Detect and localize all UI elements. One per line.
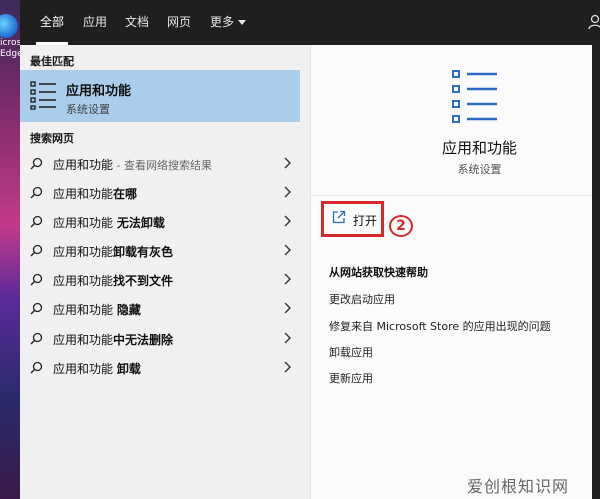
- tab-more-label: 更多: [210, 15, 235, 29]
- web-result-label: 应用和功能 - 查看网络搜索结果: [53, 158, 212, 172]
- web-result-row[interactable]: 应用和功能中无法删除: [20, 324, 300, 353]
- edge-icon[interactable]: [0, 14, 18, 38]
- best-match-title: 应用和功能: [66, 84, 132, 99]
- search-icon: [30, 186, 43, 199]
- tab-documents[interactable]: 文档: [125, 0, 149, 45]
- open-label: 打开: [353, 214, 378, 228]
- open-button[interactable]: 打开: [321, 201, 384, 237]
- search-icon: [30, 244, 43, 257]
- watermark: 爱创根知识网: [467, 477, 570, 496]
- web-result-row[interactable]: 应用和功能 卸载: [20, 353, 300, 382]
- search-icon: [30, 361, 43, 374]
- edge-label[interactable]: icros Edge: [0, 38, 20, 60]
- preview-title: 应用和功能: [441, 139, 517, 157]
- search-icon: [30, 157, 43, 170]
- tab-web[interactable]: 网页: [167, 0, 191, 45]
- web-result-row[interactable]: 应用和功能找不到文件: [20, 265, 300, 294]
- web-search-heading: 搜索网页: [30, 132, 74, 145]
- step-badge: 2: [389, 215, 413, 237]
- user-icon[interactable]: [588, 14, 600, 30]
- search-icon: [30, 332, 43, 345]
- window-edge: [592, 0, 600, 499]
- tab-more[interactable]: 更多: [210, 0, 247, 45]
- best-match-subtitle: 系统设置: [66, 103, 110, 116]
- caret-down-icon: [238, 20, 247, 25]
- chevron-right-icon: [284, 273, 291, 285]
- chevron-right-icon: [284, 215, 291, 227]
- chevron-right-icon: [284, 157, 291, 169]
- results-pane: 最佳匹配 应用和功能 系统设置 搜索网页 应用和功能 - 查看网络搜索结果 应用和…: [20, 45, 310, 499]
- web-result-label: 应用和功能中无法删除: [53, 333, 174, 347]
- web-result-label: 应用和功能在哪: [53, 187, 138, 201]
- web-result-row[interactable]: 应用和功能 隐藏: [20, 294, 300, 323]
- open-external-icon: [332, 210, 346, 224]
- divider: [311, 195, 592, 196]
- apps-list-icon: [30, 81, 56, 110]
- preview-subtitle: 系统设置: [457, 163, 502, 176]
- chevron-right-icon: [284, 186, 291, 198]
- web-result-row[interactable]: 应用和功能 无法卸载: [20, 207, 300, 236]
- help-link[interactable]: 更改启动应用: [329, 291, 395, 307]
- web-result-label: 应用和功能 无法卸载: [53, 216, 165, 230]
- help-link[interactable]: 修复来自 Microsoft Store 的应用出现的问题: [329, 318, 551, 334]
- chevron-right-icon: [284, 302, 291, 314]
- search-icon: [30, 215, 43, 228]
- preview-pane: 应用和功能 系统设置 打开 2 从网站获取快速帮助 更改启动应用 修复来自 Mi…: [310, 45, 592, 499]
- web-result-row[interactable]: 应用和功能卸载有灰色: [20, 236, 300, 265]
- chevron-right-icon: [284, 361, 291, 373]
- web-result-row[interactable]: 应用和功能在哪: [20, 178, 300, 207]
- web-result-label: 应用和功能卸载有灰色: [53, 245, 174, 259]
- tab-all[interactable]: 全部: [35, 0, 69, 45]
- tab-apps[interactable]: 应用: [83, 0, 107, 45]
- web-result-label: 应用和功能找不到文件: [53, 274, 174, 288]
- web-result-label: 应用和功能 卸载: [53, 362, 141, 376]
- help-heading: 从网站获取快速帮助: [329, 266, 428, 279]
- chevron-right-icon: [284, 332, 291, 344]
- web-result-label: 应用和功能 隐藏: [53, 303, 141, 317]
- search-icon: [30, 302, 43, 315]
- apps-list-icon: [452, 70, 497, 123]
- search-scope-tabs: 全部 应用 文档 网页 更多: [20, 0, 600, 45]
- desktop-background: icros Edge: [0, 0, 20, 499]
- search-icon: [30, 273, 43, 286]
- web-result-row[interactable]: 应用和功能 - 查看网络搜索结果: [20, 149, 300, 178]
- chevron-right-icon: [284, 244, 291, 256]
- best-match-item[interactable]: 应用和功能 系统设置: [20, 70, 300, 122]
- help-link[interactable]: 更新应用: [329, 370, 373, 386]
- best-match-heading: 最佳匹配: [30, 55, 74, 68]
- help-link[interactable]: 卸载应用: [329, 344, 373, 360]
